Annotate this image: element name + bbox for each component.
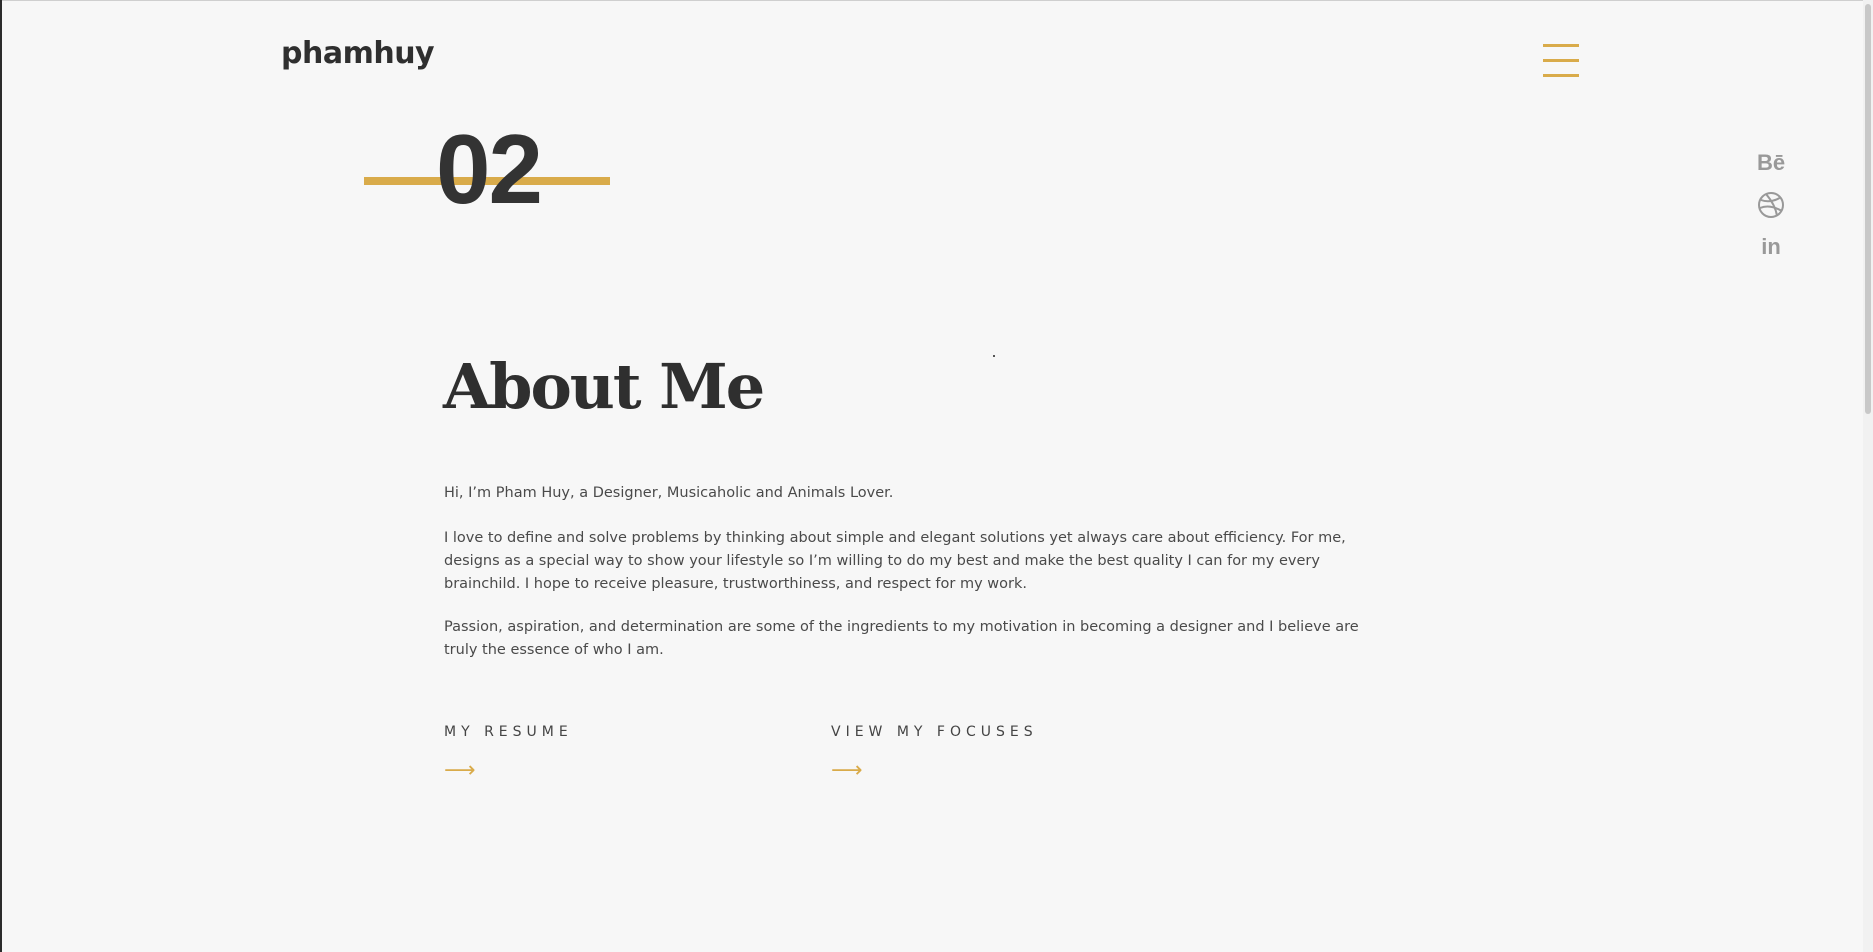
resume-link-label: MY RESUME [444,724,573,740]
body-paragraph-2: Passion, aspiration, and determination a… [444,619,1359,658]
linkedin-icon: in [1761,234,1781,259]
window-left-edge [0,0,2,952]
hamburger-icon-middle-line [1543,59,1579,62]
focuses-link[interactable]: VIEW MY FOCUSES ⟶ [831,724,1038,782]
resume-link[interactable]: MY RESUME ⟶ [444,724,573,782]
scrollbar-thumb[interactable] [1865,4,1871,414]
social-links: Bē in [1755,145,1787,271]
hamburger-icon [1543,44,1579,47]
menu-button[interactable] [1543,44,1579,78]
body-paragraph-1: I love to define and solve problems by t… [444,530,1346,592]
page-top-border [0,0,1873,1]
dribbble-link[interactable] [1755,187,1787,223]
behance-icon: Bē [1756,150,1786,175]
linkedin-link[interactable]: in [1755,229,1787,265]
dribbble-icon [1758,192,1784,218]
behance-link[interactable]: Bē [1755,145,1787,181]
decorative-dot [993,355,995,357]
page-title: About Me [443,350,765,423]
scrollbar[interactable] [1863,0,1873,952]
section-number: 02 [436,114,543,224]
hamburger-icon-bottom-line [1543,74,1579,77]
site-logo[interactable]: phamhuy [281,36,435,71]
arrow-right-icon: ⟶ [444,758,476,783]
intro-paragraph: Hi, I’m Pham Huy, a Designer, Musicaholi… [444,485,894,501]
arrow-right-icon: ⟶ [831,758,863,783]
focuses-link-label: VIEW MY FOCUSES [831,724,1038,740]
